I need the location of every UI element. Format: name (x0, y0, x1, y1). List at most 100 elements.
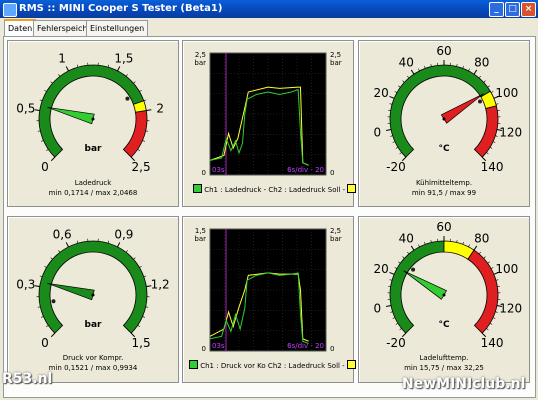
gauge-tick-label: 140 (481, 160, 504, 174)
time-label-right: 6s/div - 20 (287, 342, 324, 350)
gauge-minor-tick (468, 244, 470, 248)
ch1-swatch (193, 184, 202, 193)
gauge-minor-tick (107, 64, 110, 68)
ch2-swatch (347, 184, 357, 193)
gauge-minor-tick (398, 85, 401, 88)
gauge-minor-tick (399, 152, 402, 155)
y2-axis-bottom: 0 (330, 345, 334, 353)
y2-axis-unit: bar (330, 59, 342, 67)
gauge-minor-tick (58, 74, 61, 77)
time-label-right: 6s/div - 20 (287, 166, 324, 174)
gauge-minor-tick (495, 279, 499, 281)
gauge-minor-tick (486, 328, 489, 331)
gauge-tick-label: -20 (386, 160, 406, 174)
gauge-minor-tick (399, 328, 402, 331)
tab-einstellungen[interactable]: Einstellungen (86, 20, 149, 36)
minimize-button[interactable]: _ (489, 2, 504, 17)
gauge-tick-label: 1,2 (151, 277, 170, 291)
y-axis-unit: bar (194, 235, 206, 243)
gauge-minor-tick (402, 256, 405, 259)
scope-chart-1: 2,5bar02,5bar003s 6s/div - 20 (194, 51, 342, 177)
gauge-minor-tick (46, 149, 49, 152)
gauge-minmax: min 15,75 / max 32,25 (404, 364, 484, 372)
gauge-minor-tick (483, 80, 486, 83)
gauge-minor-tick (418, 244, 420, 248)
gauge-hub (91, 293, 95, 297)
chart-panel-1: 2,5 bar 0 2,5 bar 0 03s 6s/div - 20 Ch1 : Laded… (182, 40, 357, 207)
chart-panel-2: 1,5 bar 0 2,5 bar 0 03s 6s/div - 20 Ch1 : Druck… (182, 216, 356, 383)
gauge-tick-label: 20 (374, 86, 389, 100)
gauge-minor-tick (424, 241, 426, 245)
gauge-peak-marker (125, 96, 130, 101)
gauge-title: Ladedruck (74, 179, 112, 187)
gauge-minor-tick (39, 275, 43, 277)
time-label-left: 03s (212, 166, 225, 174)
gauge-panel-kuehlmitteltemp: -20 0 20 40 60 80 100 120 140 °C Kühlmitteltemp. … (358, 40, 530, 207)
gauge-minor-tick (41, 140, 44, 142)
y-axis-top: 2,5 (195, 51, 206, 59)
gauge-tick-label: 20 (374, 262, 389, 276)
gauge-minor-tick (492, 141, 496, 143)
gauge-minor-tick (394, 267, 398, 269)
gauge-minor-tick (495, 103, 499, 105)
y-axis-unit: bar (194, 59, 206, 67)
gauge-tick-label: 0 (373, 301, 381, 315)
gauge-panel-ladelufttemp: -20 0 20 40 60 80 100 120 140 °C Ladelufttemp. mi… (358, 216, 530, 383)
y-axis-bottom: 0 (202, 345, 206, 353)
gauge-tick-label: 100 (495, 86, 518, 100)
gauge-hub (442, 293, 446, 297)
gauge-tick-label: 80 (474, 55, 489, 69)
gauge-minor-tick (145, 130, 149, 132)
gauge-minor-tick (456, 63, 458, 67)
gauge-minor-tick (478, 75, 481, 79)
chart-legend: Ch1 : Ladedruck - Ch2 : Ladedruck Soll - (193, 184, 357, 194)
gauge-needle (47, 282, 95, 301)
y-axis-bottom: 0 (202, 169, 206, 177)
gauge-minor-tick (46, 325, 49, 328)
gauge-minor-tick (389, 279, 393, 281)
ch1-swatch (189, 360, 198, 369)
gauge-minor-tick (143, 275, 147, 277)
gauge-minor-tick (139, 265, 142, 268)
gauge-tick-label: 0 (373, 125, 381, 139)
ch2-swatch (346, 360, 356, 369)
gauge-tick-label: 0,5 (16, 101, 35, 115)
gauge-minor-tick (407, 75, 410, 79)
gauge-ladelufttemp: -20 0 20 40 60 80 100 120 140 °C (373, 220, 522, 350)
gauge-minor-tick (133, 257, 136, 260)
maximize-button[interactable]: □ (505, 2, 520, 17)
gauge-tick-label: 1,5 (132, 336, 151, 350)
watermark-r53: R53.nl (2, 371, 53, 387)
y2-axis-top: 2,5 (330, 51, 341, 59)
legend-text: Ch1 : Druck vor Ko Ch2 : Ladedruck Soll … (200, 362, 345, 370)
gauge-minor-tick (142, 140, 145, 142)
y2-axis-unit: bar (330, 235, 342, 243)
gauge-minor-tick (50, 257, 53, 260)
gauge-minor-tick (39, 99, 43, 101)
gauge-peak-marker (51, 299, 56, 304)
gauge-minor-tick (430, 239, 432, 243)
scope-chart-2: 1,5bar02,5bar003s 6s/div - 20 (194, 227, 342, 353)
gauge-panel-druck-vor-kompr: 0 0,3 0,6 0,9 1,2 1,5 bar Druck vor Kompr. min… (7, 216, 179, 383)
gauge-tick-label: 40 (399, 231, 414, 245)
gauge-minor-tick (456, 239, 458, 243)
gauge-minor-tick (495, 135, 498, 137)
gauge-minor-tick (483, 256, 486, 259)
gauge-minor-tick (492, 317, 496, 319)
gauge-zone (122, 110, 148, 158)
gauge-tick-label: 0,9 (114, 227, 133, 241)
gauge-minor-tick (392, 317, 396, 319)
gauge-hub (91, 117, 95, 121)
gauge-minor-tick (490, 91, 494, 93)
gauge-tick-label: 1,5 (114, 51, 133, 65)
gauge-minor-tick (390, 311, 393, 313)
gauge-ladedruck: 0 0,5 1 1,5 2 2,5 bar (16, 51, 164, 174)
gauge-minor-tick (486, 152, 489, 155)
time-label-left: 03s (212, 342, 225, 350)
gauge-tick-label: 60 (436, 220, 451, 234)
close-button[interactable]: × (521, 2, 536, 17)
y-axis-top: 1,5 (195, 227, 206, 235)
gauge-minor-tick (462, 241, 464, 245)
gauge-minor-tick (133, 81, 136, 84)
chart-legend: Ch1 : Druck vor Ko Ch2 : Ladedruck Soll … (189, 360, 356, 370)
